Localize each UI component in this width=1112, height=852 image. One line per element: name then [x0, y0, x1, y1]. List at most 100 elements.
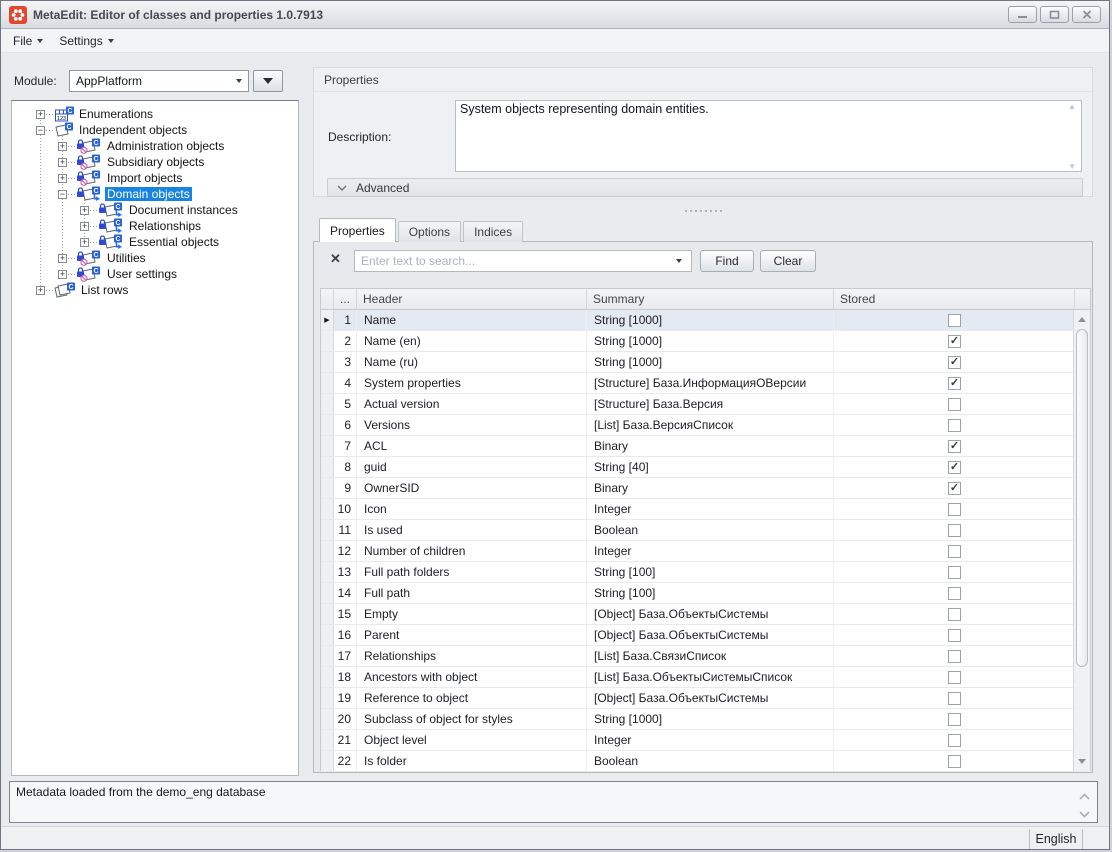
find-button[interactable]: Find — [700, 250, 754, 272]
tree-expander[interactable]: + — [58, 270, 67, 279]
table-row[interactable]: 4 System properties [Structure] База.Инф… — [321, 373, 1090, 394]
tree-item-label[interactable]: Utilities — [105, 251, 148, 265]
header-cell[interactable]: Versions — [357, 415, 587, 435]
table-row[interactable]: 3 Name (ru) String [1000] — [321, 352, 1090, 373]
table-row[interactable]: 19 Reference to object [Object] База.Объ… — [321, 688, 1090, 709]
summary-cell[interactable]: Binary — [587, 436, 834, 456]
description-field[interactable]: System objects representing domain entit… — [455, 100, 1082, 172]
tree-expander[interactable]: − — [58, 190, 67, 199]
tab-options[interactable]: Options — [398, 221, 461, 242]
header-cell[interactable]: Icon — [357, 499, 587, 519]
summary-cell[interactable]: Integer — [587, 499, 834, 519]
table-row[interactable]: 16 Parent [Object] База.ОбъектыСистемы — [321, 625, 1090, 646]
summary-cell[interactable]: [List] База.ОбъектыСистемыСписок — [587, 667, 834, 687]
menu-settings[interactable]: Settings — [51, 31, 121, 51]
header-cell[interactable]: ACL — [357, 436, 587, 456]
table-row[interactable]: 10 Icon Integer — [321, 499, 1090, 520]
minimize-button[interactable] — [1008, 6, 1037, 23]
scrollbar-thumb[interactable] — [1076, 329, 1088, 667]
tree-expander[interactable]: + — [36, 286, 45, 295]
header-cell[interactable]: Name (ru) — [357, 352, 587, 372]
module-dropdown-button[interactable] — [253, 70, 283, 92]
stored-checkbox[interactable] — [948, 335, 961, 348]
close-button[interactable] — [1072, 6, 1101, 23]
stored-column-header[interactable]: Stored — [834, 289, 1075, 309]
summary-cell[interactable]: [List] База.СвязиСписок — [587, 646, 834, 666]
header-cell[interactable]: Name — [357, 310, 587, 330]
summary-cell[interactable]: [Object] База.ОбъектыСистемы — [587, 625, 834, 645]
header-cell[interactable]: Full path — [357, 583, 587, 603]
table-row[interactable]: 12 Number of children Integer — [321, 541, 1090, 562]
summary-cell[interactable]: [Structure] База.Версия — [587, 394, 834, 414]
vertical-scrollbar[interactable] — [1073, 310, 1090, 771]
summary-cell[interactable]: [Structure] База.ИнформацияОВерсии — [587, 373, 834, 393]
summary-cell[interactable]: String [40] — [587, 457, 834, 477]
stored-checkbox[interactable] — [948, 671, 961, 684]
summary-cell[interactable]: String [1000] — [587, 310, 834, 330]
stored-checkbox[interactable] — [948, 650, 961, 663]
summary-cell[interactable]: String [100] — [587, 562, 834, 582]
summary-cell[interactable]: [Object] База.ОбъектыСистемы — [587, 604, 834, 624]
tree-item-administration-objects[interactable]: + C Administration objects — [12, 138, 298, 154]
table-row[interactable]: 2 Name (en) String [1000] — [321, 331, 1090, 352]
tree-expander[interactable]: + — [36, 110, 45, 119]
tree-item-label[interactable]: Domain objects — [105, 187, 192, 201]
tree-expander[interactable]: + — [80, 238, 89, 247]
tree-item-label[interactable]: User settings — [105, 267, 179, 281]
tree-item-label[interactable]: Independent objects — [77, 123, 189, 137]
module-combobox[interactable]: AppPlatform — [69, 70, 249, 92]
header-cell[interactable]: Subclass of object for styles — [357, 709, 587, 729]
table-row[interactable]: 13 Full path folders String [100] — [321, 562, 1090, 583]
tree-expander[interactable]: + — [58, 174, 67, 183]
tree-expander[interactable]: + — [58, 142, 67, 151]
tree-item-subsidiary-objects[interactable]: + C Subsidiary objects — [12, 154, 298, 170]
menu-file[interactable]: File — [5, 31, 51, 51]
tab-indices[interactable]: Indices — [463, 221, 523, 242]
header-cell[interactable]: Full path folders — [357, 562, 587, 582]
table-row[interactable]: 20 Subclass of object for styles String … — [321, 709, 1090, 730]
tree-expander[interactable]: + — [80, 222, 89, 231]
header-cell[interactable]: Ancestors with object — [357, 667, 587, 687]
summary-cell[interactable]: Boolean — [587, 751, 834, 771]
header-cell[interactable]: Actual version — [357, 394, 587, 414]
header-cell[interactable]: Relationships — [357, 646, 587, 666]
header-cell[interactable]: Parent — [357, 625, 587, 645]
tree-expander[interactable]: + — [80, 206, 89, 215]
tree-item-label[interactable]: Enumerations — [77, 107, 155, 121]
tree-expander[interactable]: − — [36, 126, 45, 135]
table-row[interactable]: 17 Relationships [List] База.СвязиСписок — [321, 646, 1090, 667]
header-cell[interactable]: OwnerSID — [357, 478, 587, 498]
tree-item-essential-objects[interactable]: + C Essential objects — [12, 234, 298, 250]
table-row[interactable]: 21 Object level Integer — [321, 730, 1090, 751]
scroll-down-button[interactable] — [1074, 754, 1090, 769]
stored-checkbox[interactable] — [948, 314, 961, 327]
table-row[interactable]: 9 OwnerSID Binary — [321, 478, 1090, 499]
summary-column-header[interactable]: Summary — [587, 289, 834, 309]
stored-checkbox[interactable] — [948, 566, 961, 579]
horizontal-splitter[interactable] — [313, 207, 1093, 215]
tree-item-enumerations[interactable]: + 123 C Enumerations — [12, 106, 298, 122]
stored-checkbox[interactable] — [948, 755, 961, 768]
clear-button[interactable]: Clear — [760, 250, 816, 272]
header-cell[interactable]: Empty — [357, 604, 587, 624]
stored-checkbox[interactable] — [948, 440, 961, 453]
header-cell[interactable]: guid — [357, 457, 587, 477]
tree-expander[interactable]: + — [58, 158, 67, 167]
stored-checkbox[interactable] — [948, 503, 961, 516]
table-row[interactable]: 8 guid String [40] — [321, 457, 1090, 478]
tree-item-utilities[interactable]: + C Utilities — [12, 250, 298, 266]
summary-cell[interactable]: String [1000] — [587, 331, 834, 351]
stored-checkbox[interactable] — [948, 734, 961, 747]
summary-cell[interactable]: Binary — [587, 478, 834, 498]
stored-checkbox[interactable] — [948, 692, 961, 705]
tree-item-label[interactable]: Document instances — [127, 203, 240, 217]
log-scroll-up-icon[interactable] — [1079, 789, 1090, 803]
tree-item-document-instances[interactable]: + C Document instances — [12, 202, 298, 218]
stored-checkbox[interactable] — [948, 629, 961, 642]
summary-cell[interactable]: String [1000] — [587, 352, 834, 372]
summary-cell[interactable]: String [1000] — [587, 709, 834, 729]
language-indicator[interactable]: English — [1029, 829, 1083, 849]
stored-checkbox[interactable] — [948, 482, 961, 495]
tree-item-domain-objects[interactable]: − C Domain objects — [12, 186, 298, 202]
table-row[interactable]: 14 Full path String [100] — [321, 583, 1090, 604]
